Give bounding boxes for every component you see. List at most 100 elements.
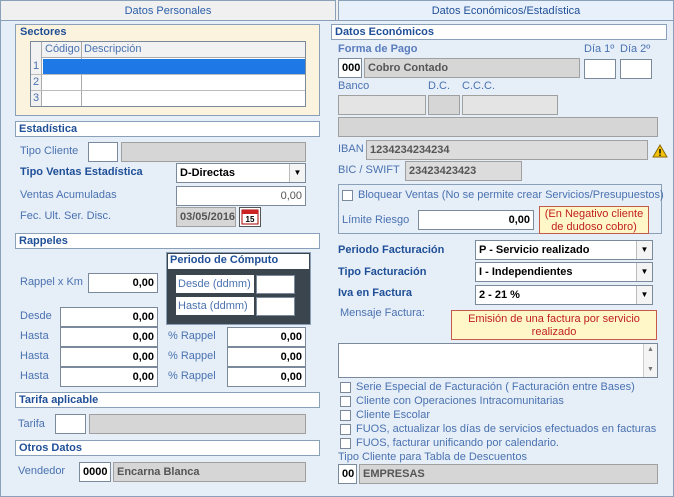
calendar-icon[interactable]: 15 [239, 207, 261, 227]
scroll-up-icon[interactable]: ▲ [647, 346, 654, 353]
tarifa-desc-field [89, 414, 306, 434]
vendedor-name-field: Encarna Blanca [113, 462, 306, 482]
tipo-cliente-code-input[interactable] [88, 142, 118, 162]
table-row-selected[interactable] [43, 59, 305, 74]
sectores-title: Sectores [20, 26, 67, 38]
row-number: 3 [33, 92, 40, 104]
iva-factura-label: Iva en Factura [338, 287, 412, 299]
otros-datos-title: Otros Datos [15, 440, 320, 456]
hasta-input[interactable]: 0,00 [60, 367, 158, 387]
dia2-input[interactable] [620, 59, 652, 79]
ccc-field [462, 95, 558, 115]
dia1-input[interactable] [584, 59, 616, 79]
forma-pago-code-input[interactable]: 000 [338, 58, 362, 78]
row-divider [31, 90, 305, 91]
forma-pago-label: Forma de Pago [338, 43, 418, 55]
rappel-km-input[interactable]: 0,00 [88, 273, 158, 293]
dc-field [428, 95, 460, 115]
tipo-cliente-label: Tipo Cliente [20, 145, 79, 157]
desde-label: Desde [20, 310, 52, 322]
chevron-down-icon[interactable]: ▼ [636, 263, 652, 281]
serie-especial-checkbox[interactable] [340, 382, 351, 393]
estadistica-title: Estadística [15, 121, 320, 137]
pct-rappel-label: % Rappel [168, 350, 216, 362]
vendedor-code-input[interactable]: 0000 [79, 462, 111, 482]
hasta-ddmm-input[interactable] [256, 297, 295, 316]
hasta-label: Hasta [20, 370, 49, 382]
limite-riesgo-input[interactable]: 0,00 [418, 210, 534, 230]
pct-rappel-label: % Rappel [168, 370, 216, 382]
forma-pago-desc-field: Cobro Contado [364, 58, 580, 78]
tipo-ventas-select[interactable]: D-Directas ▼ [176, 163, 306, 183]
warning-icon [652, 144, 668, 158]
desde-input[interactable]: 0,00 [60, 307, 158, 327]
banco-label: Banco [338, 80, 370, 92]
pct-rappel-input[interactable]: 0,00 [227, 367, 306, 387]
chevron-down-icon[interactable]: ▼ [636, 286, 652, 304]
bank-name-field [338, 117, 658, 137]
limite-warning: (En Negativo cliente de dudoso cobro) [539, 206, 649, 234]
pct-rappel-input[interactable]: 0,00 [227, 327, 306, 347]
iban-label: IBAN [338, 143, 364, 155]
periodo-facturacion-value: P - Servicio realizado [479, 244, 590, 256]
pct-rappel-input[interactable]: 0,00 [227, 347, 306, 367]
desde-ddmm-label: Desde (ddmm) [178, 278, 251, 290]
bloquear-ventas-checkbox[interactable] [342, 190, 353, 201]
tipo-facturacion-label: Tipo Facturación [338, 266, 427, 278]
rappel-km-label: Rappel x Km [20, 276, 83, 288]
iva-factura-value: 2 - 21 % [479, 289, 520, 301]
chevron-down-icon[interactable]: ▼ [289, 164, 305, 182]
tipo-facturacion-select[interactable]: I - Independientes ▼ [475, 262, 653, 282]
periodo-facturacion-select[interactable]: P - Servicio realizado ▼ [475, 240, 653, 260]
tab-datos-personales[interactable]: Datos Personales [0, 0, 336, 21]
bloquear-ventas-label: Bloquear Ventas (No se permite crear Ser… [358, 189, 664, 201]
dc-label: D.C. [428, 80, 450, 92]
scroll-down-icon[interactable]: ▼ [647, 366, 654, 373]
hasta-input[interactable]: 0,00 [60, 347, 158, 367]
mensaje-textarea[interactable]: ▲ ▼ [338, 343, 658, 378]
desde-ddmm-input[interactable] [256, 275, 295, 294]
periodo-facturacion-label: Periodo Facturación [338, 244, 445, 256]
sectores-grid[interactable]: Código Descripción 1 2 3 [30, 41, 306, 107]
tipo-facturacion-value: I - Independientes [479, 266, 573, 278]
tipo-ventas-label: Tipo Ventas Estadística [20, 166, 143, 178]
hasta-label: Hasta [20, 330, 49, 342]
fuos-calendario-label: FUOS, facturar unificando por calendario… [356, 437, 559, 449]
hasta-input[interactable]: 0,00 [60, 327, 158, 347]
ventas-acumuladas-label: Ventas Acumuladas [20, 189, 117, 201]
tab-datos-economicos[interactable]: Datos Económicos/Estadística [338, 0, 674, 22]
tipo-cliente-desc-field [121, 142, 306, 162]
ccc-label: C.C.C. [462, 80, 495, 92]
hasta-label: Hasta [20, 350, 49, 362]
col-header-descripcion[interactable]: Descripción [84, 43, 141, 55]
tipo-ventas-value: D-Directas [180, 167, 236, 179]
serie-especial-label: Serie Especial de Facturación ( Facturac… [356, 381, 635, 393]
iban-field: 1234234234234 [366, 140, 648, 160]
tarifa-label: Tarifa [18, 418, 45, 430]
row-divider [31, 74, 305, 75]
mensaje-factura-box[interactable]: Emisión de una factura por servicio real… [451, 310, 657, 340]
fuos-actualizar-checkbox[interactable] [340, 424, 351, 435]
tipo-cliente-descuentos-code[interactable]: 00 [338, 464, 357, 484]
hasta-ddmm-label: Hasta (ddmm) [178, 300, 248, 312]
limite-riesgo-label: Límite Riesgo [342, 214, 410, 226]
bic-field: 23423423423 [405, 161, 522, 181]
fuos-calendario-checkbox[interactable] [340, 438, 351, 449]
col-header-codigo[interactable]: Código [45, 43, 80, 55]
scrollbar[interactable]: ▲ ▼ [643, 344, 657, 377]
chevron-down-icon[interactable]: ▼ [636, 241, 652, 259]
intracomunitarias-checkbox[interactable] [340, 396, 351, 407]
vendedor-label: Vendedor [18, 465, 66, 477]
tarifa-code-input[interactable] [55, 414, 86, 434]
tarifa-title: Tarifa aplicable [15, 392, 320, 408]
row-number: 2 [33, 76, 40, 88]
dia2-label: Día 2º [620, 43, 651, 55]
dia1-label: Día 1º [584, 43, 615, 55]
svg-text:15: 15 [246, 215, 255, 224]
periodo-computo-title: Periodo de Cómputo [170, 254, 279, 266]
fecha-ult-ser-field: 03/05/2016 [176, 207, 236, 227]
iva-factura-select[interactable]: 2 - 21 % ▼ [475, 285, 653, 305]
row-number: 1 [33, 60, 40, 72]
cliente-escolar-checkbox[interactable] [340, 410, 351, 421]
datos-economicos-title: Datos Económicos [331, 24, 667, 40]
